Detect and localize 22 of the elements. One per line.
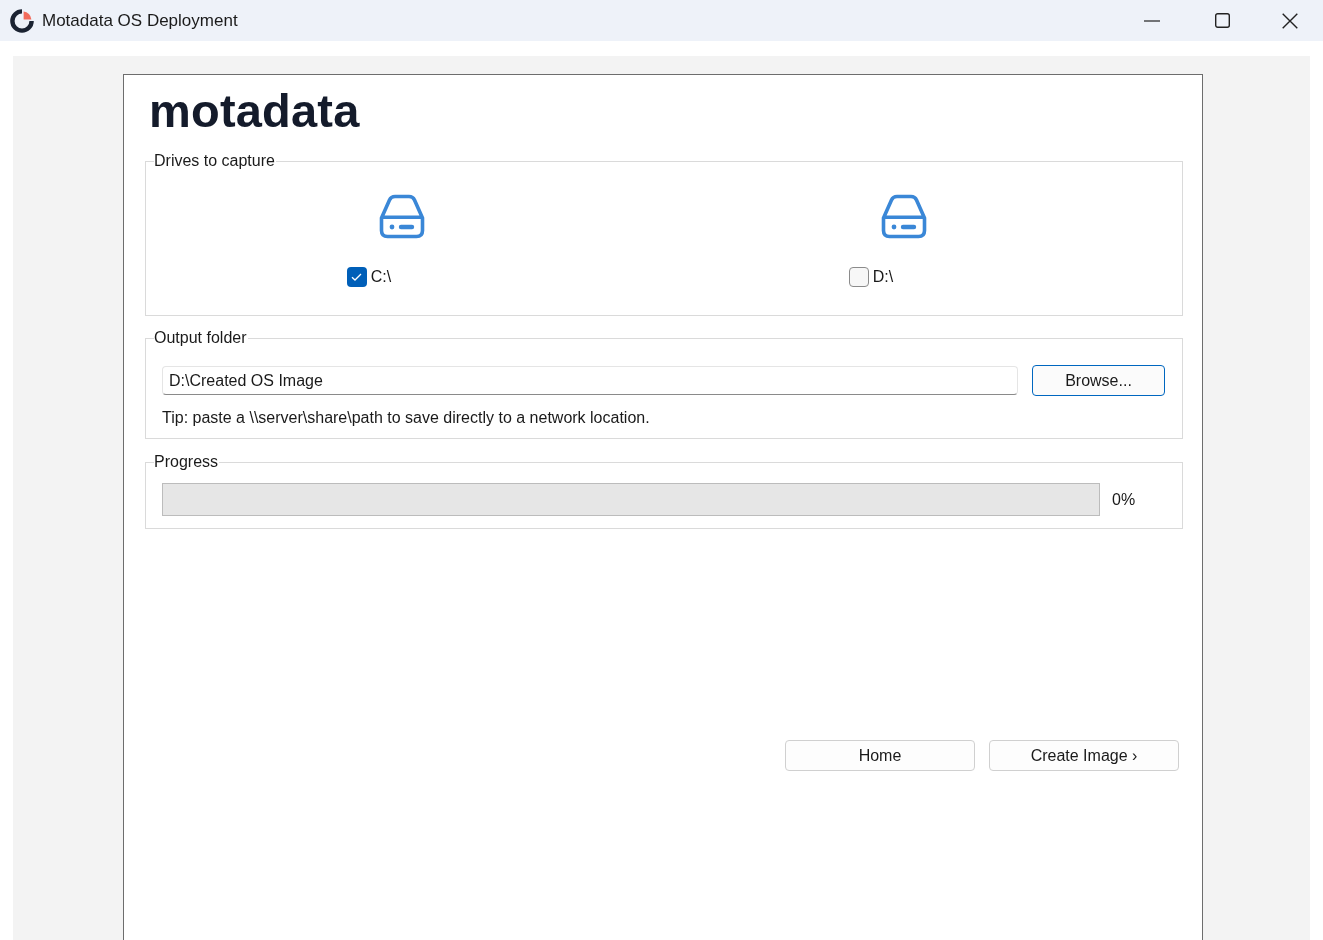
window-title: Motadata OS Deployment <box>42 9 238 32</box>
app-logo-icon <box>10 8 34 33</box>
maximize-icon <box>1214 13 1230 28</box>
group-title: Drives to capture <box>154 151 276 171</box>
output-path-field[interactable]: D:\Created OS Image <box>162 366 1018 395</box>
tip-text: Tip: paste a \\server\share\path to save directly to a network location. <box>162 408 650 428</box>
drive-label: C:\ <box>370 267 392 287</box>
checkbox[interactable] <box>848 267 869 287</box>
progress-percent: 0% <box>1112 489 1136 510</box>
check-icon <box>351 273 363 281</box>
minimize-icon <box>1144 19 1160 22</box>
browse-button[interactable]: Browse... <box>1032 365 1165 396</box>
nav-button[interactable]: Create Image › <box>989 740 1179 771</box>
checkbox[interactable] <box>346 267 367 287</box>
nav-button[interactable]: Home <box>785 740 975 771</box>
close-icon <box>1282 12 1298 29</box>
group-title: Output folder <box>154 328 248 348</box>
drive-icon <box>881 194 927 239</box>
brand-logo: motadata <box>149 87 360 134</box>
drive-icon <box>379 194 425 239</box>
drive-label: D:\ <box>872 267 894 287</box>
group-title: Progress <box>154 452 220 472</box>
